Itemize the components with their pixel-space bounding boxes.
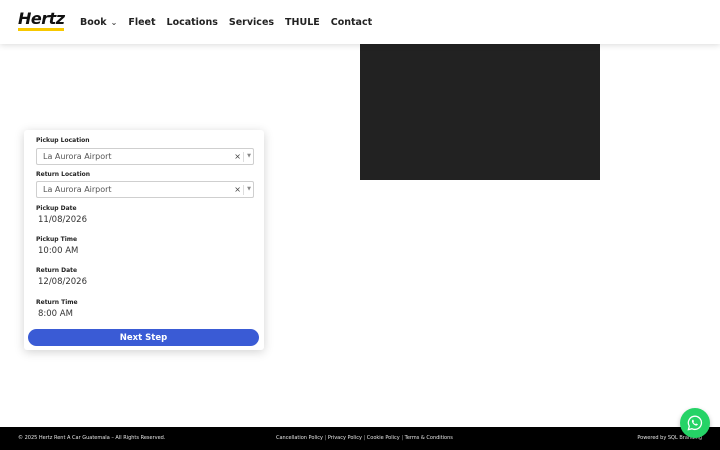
nav-item-book[interactable]: Book ⌄ (80, 17, 117, 28)
nav-item-label: THULE (285, 16, 320, 28)
hertz-logo[interactable]: Hertz (18, 11, 66, 33)
nav-item-label: Contact (330, 16, 373, 28)
footer-links: Cancellation Policy | Privacy Policy | C… (276, 435, 453, 441)
return-location-value: La Aurora Airport (43, 185, 112, 194)
pickup-location-select[interactable]: La Aurora Airport × ▼ (36, 148, 254, 165)
pickup-location-label: Pickup Location (36, 137, 90, 144)
next-step-button[interactable]: Next Step (28, 329, 259, 346)
terms-conditions-link[interactable]: Terms & Conditions (405, 435, 453, 441)
nav-item-thule[interactable]: THULE (285, 17, 320, 28)
nav-item-fleet[interactable]: Fleet (128, 17, 155, 28)
footer-separator: | (324, 435, 327, 441)
chevron-down-icon[interactable]: ▼ (247, 186, 251, 192)
pickup-time-label: Pickup Time (36, 236, 78, 243)
nav-item-label: Services (228, 16, 275, 28)
chevron-down-icon: ⌄ (110, 17, 118, 27)
main-nav: Book ⌄ Fleet Locations Services THULE Co… (80, 0, 383, 44)
return-time-input[interactable]: 8:00 AM (38, 309, 73, 319)
clear-icon[interactable]: × (234, 152, 241, 161)
clear-icon[interactable]: × (234, 185, 241, 194)
whatsapp-button[interactable] (680, 408, 710, 438)
pickup-location-value: La Aurora Airport (43, 152, 112, 161)
return-location-select[interactable]: La Aurora Airport × ▼ (36, 181, 254, 198)
pickup-date-label: Pickup Date (36, 205, 77, 212)
cancellation-policy-link[interactable]: Cancellation Policy (276, 435, 323, 441)
return-time-label: Return Time (36, 299, 78, 306)
booking-form: Pickup Location La Aurora Airport × ▼ Re… (24, 130, 264, 350)
footer-separator: | (363, 435, 366, 441)
return-date-label: Return Date (36, 267, 78, 274)
nav-item-contact[interactable]: Contact (331, 17, 372, 28)
whatsapp-icon (687, 415, 703, 431)
copyright-text: © 2025 Hertz Rent A Car Guatemala – All … (18, 435, 166, 441)
pickup-time-input[interactable]: 10:00 AM (38, 246, 78, 256)
return-location-label: Return Location (36, 171, 91, 178)
select-divider (243, 152, 244, 162)
nav-item-label: Fleet (128, 16, 156, 28)
pickup-date-input[interactable]: 11/08/2026 (38, 215, 87, 225)
privacy-policy-link[interactable]: Privacy Policy (328, 435, 362, 441)
site-footer: © 2025 Hertz Rent A Car Guatemala – All … (0, 427, 720, 450)
nav-item-label: Locations (166, 16, 218, 28)
chevron-down-icon[interactable]: ▼ (247, 153, 251, 159)
return-date-input[interactable]: 12/08/2026 (38, 277, 87, 287)
logo-underline (18, 28, 64, 31)
logo-text: Hertz (18, 9, 65, 28)
nav-item-locations[interactable]: Locations (167, 17, 218, 28)
cookie-policy-link[interactable]: Cookie Policy (367, 435, 400, 441)
site-header: Hertz Book ⌄ Fleet Locations Services TH… (0, 0, 720, 44)
nav-item-services[interactable]: Services (229, 17, 274, 28)
video-player[interactable] (360, 44, 600, 180)
nav-item-label: Book (80, 16, 107, 28)
select-divider (243, 185, 244, 195)
footer-separator: | (401, 435, 404, 441)
